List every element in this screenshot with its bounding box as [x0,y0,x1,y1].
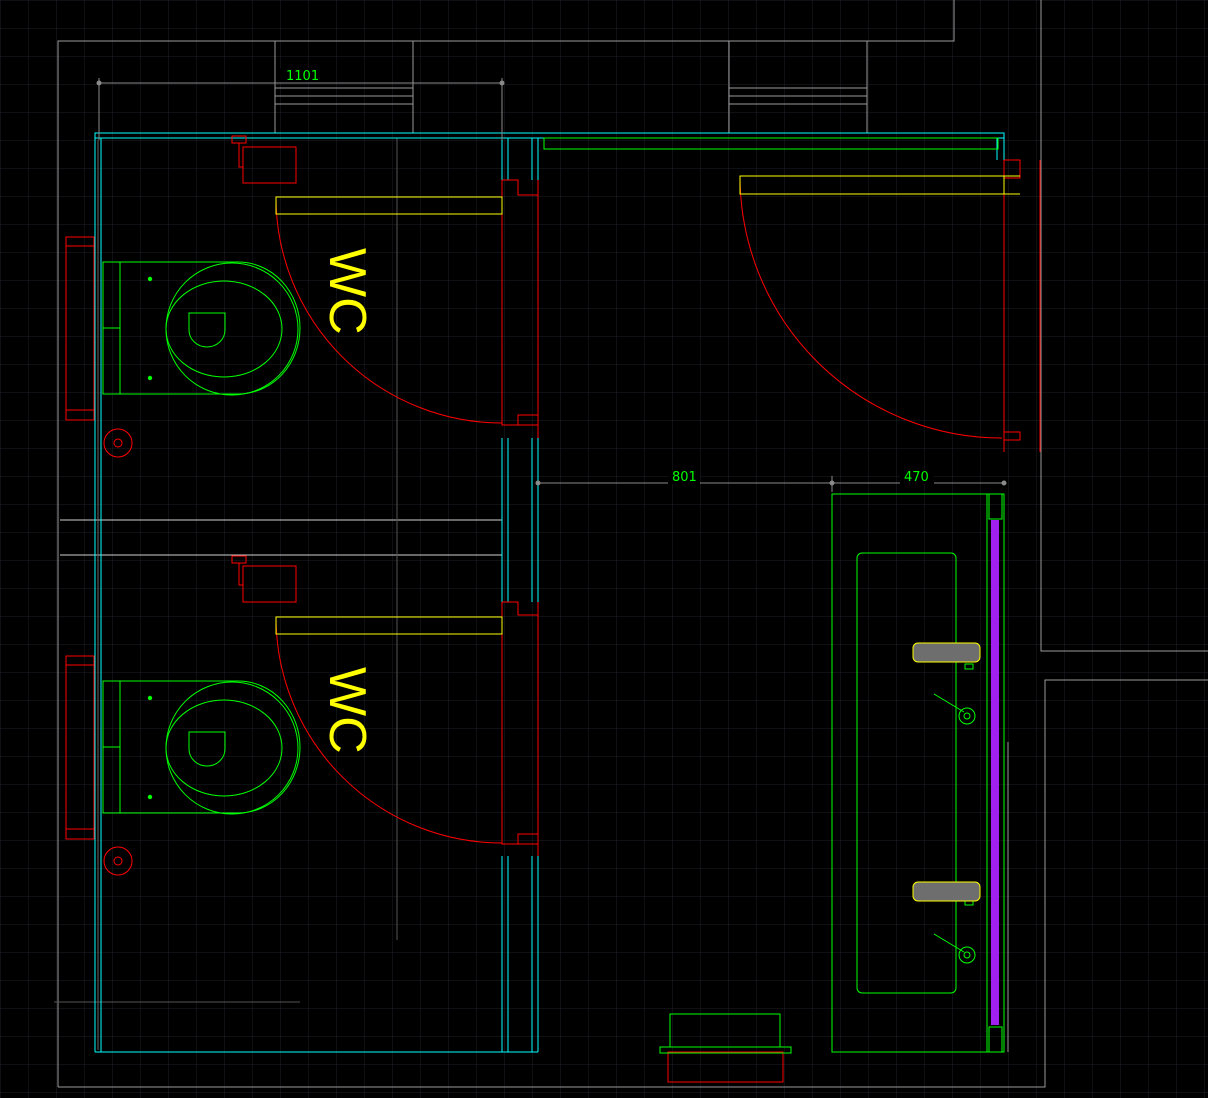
mirror-strip [991,520,999,1025]
dimension-corridor-width: 801 [672,470,697,485]
cad-floor-plan: 1101 801 470 WC WC [0,0,1208,1098]
grid-background [0,0,1208,1098]
room-label-lower: WC [318,667,376,754]
dimension-top-width: 1101 [286,69,319,84]
dimension-vanity-depth: 470 [904,470,929,485]
room-label-upper: WC [318,248,376,335]
